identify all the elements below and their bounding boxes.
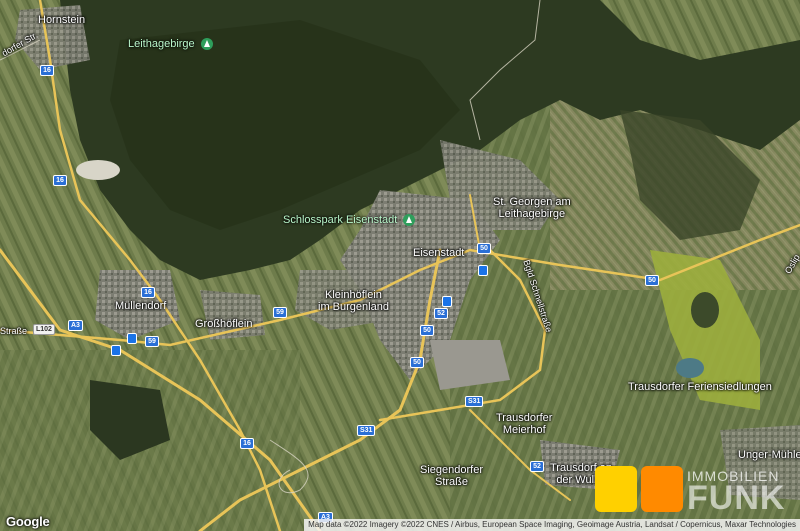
route-shield-59: 59: [273, 307, 287, 318]
logo-yellow-square: [595, 466, 637, 512]
immobilien-funk-watermark: IMMOBILIEN FUNK: [595, 466, 800, 518]
bus-stop-icon[interactable]: [478, 265, 488, 276]
route-shield-52: 52: [530, 461, 544, 472]
map-attribution[interactable]: Map data ©2022 Imagery ©2022 CNES / Airb…: [304, 519, 800, 531]
route-shield-16: 16: [141, 287, 155, 298]
poi-schlosspark-label: Schlosspark Eisenstadt: [283, 214, 398, 226]
place-unger-muhle[interactable]: Unger-Mühle: [738, 449, 800, 461]
bus-stop-icon[interactable]: [127, 333, 137, 344]
place-kleinhoflein[interactable]: Kleinhöflein im Burgenland: [318, 289, 389, 313]
place-eisenstadt[interactable]: Eisenstadt: [413, 247, 464, 259]
route-shield-59: 59: [145, 336, 159, 347]
route-shield-50: 50: [410, 357, 424, 368]
route-shield-50: 50: [420, 325, 434, 336]
place-trausdorfer-meierhof-line1: Trausdorfer: [496, 412, 553, 424]
bus-stop-icon[interactable]: [111, 345, 121, 356]
watermark-text-bottom: FUNK: [687, 479, 786, 517]
route-shield-50: 50: [645, 275, 659, 286]
poi-leithagebirge[interactable]: Leithagebirge: [128, 38, 213, 51]
poi-schlosspark[interactable]: Schlosspark Eisenstadt: [283, 214, 416, 227]
route-shield-s31: S31: [357, 425, 376, 436]
place-st-georgen[interactable]: St. Georgen am Leithagebirge: [493, 196, 571, 220]
route-shield-16: 16: [40, 65, 54, 76]
route-shield-l102: L102: [33, 324, 55, 335]
poi-leithagebirge-label: Leithagebirge: [128, 38, 195, 50]
bus-stop-icon[interactable]: [442, 296, 452, 307]
place-st-georgen-line2: Leithagebirge: [498, 208, 566, 220]
road-label-left-mid: Straße: [0, 326, 28, 336]
route-shield-52: 52: [434, 308, 448, 319]
route-shield-s31: S31: [465, 396, 484, 407]
route-shield-a3: A3: [68, 320, 83, 331]
park-icon: [403, 214, 416, 227]
place-siegendorfer-line1: Siegendorfer: [420, 464, 483, 476]
place-kleinhoflein-line1: Kleinhöflein: [325, 289, 382, 301]
place-trausdorfer-meierhof[interactable]: Trausdorfer Meierhof: [496, 412, 552, 436]
mountain-icon: [200, 38, 213, 51]
place-siegendorfer-line2: Straße: [434, 476, 468, 488]
place-mullendorf[interactable]: Müllendorf: [115, 300, 166, 312]
logo-orange-square: [641, 466, 683, 512]
place-hornstein[interactable]: Hornstein: [38, 14, 85, 26]
google-logo: Google: [6, 514, 50, 529]
route-shield-16: 16: [53, 175, 67, 186]
route-shield-50: 50: [477, 243, 491, 254]
route-shield-16: 16: [240, 438, 254, 449]
place-trausdorfer-feriensiedlungen[interactable]: Trausdorfer Feriensiedlungen: [628, 381, 772, 393]
place-grosshoflein[interactable]: Großhöflein: [195, 318, 252, 330]
place-trausdorfer-meierhof-line2: Meierhof: [502, 424, 546, 436]
place-siegendorfer-strasse[interactable]: Siegendorfer Straße: [420, 464, 483, 488]
place-st-georgen-line1: St. Georgen am: [493, 196, 571, 208]
place-kleinhoflein-line2: im Burgenland: [318, 301, 389, 313]
satellite-map[interactable]: [0, 0, 800, 531]
